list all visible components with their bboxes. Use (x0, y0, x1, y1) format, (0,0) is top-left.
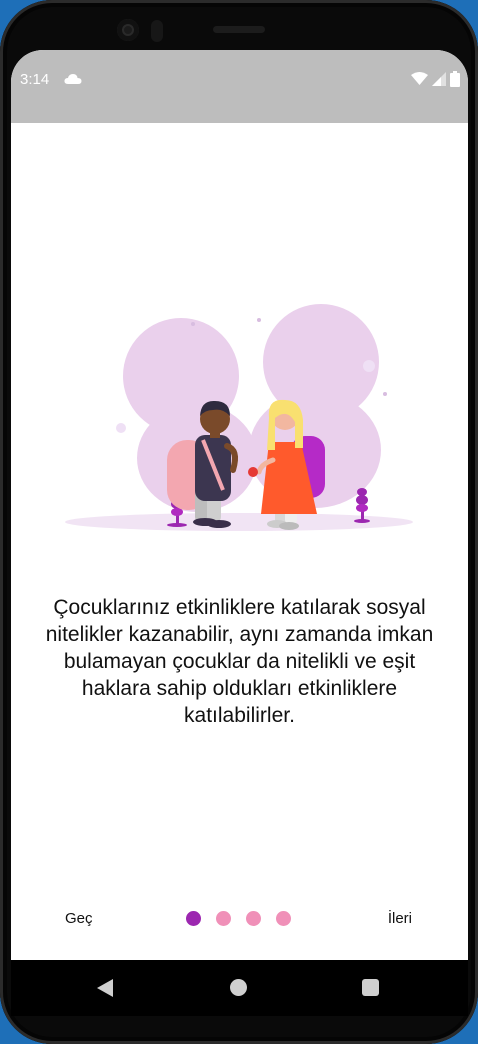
wifi-icon (411, 72, 428, 91)
page-dot[interactable] (216, 911, 231, 926)
children-with-backpacks-illustration (63, 300, 415, 540)
status-bar: 3:14 (11, 50, 468, 123)
battery-icon (450, 71, 460, 92)
front-camera (117, 19, 139, 41)
page-dot[interactable] (246, 911, 261, 926)
cloud-icon (64, 72, 82, 90)
next-button[interactable]: İleri (388, 910, 412, 927)
signal-icon (432, 72, 446, 91)
phone-frame: 3:14 Çocuklarınız etkinliklere katılarak… (0, 0, 478, 1044)
screen: 3:14 Çocuklarınız etkinliklere katılarak… (11, 50, 468, 960)
home-icon[interactable] (230, 979, 247, 996)
page-indicator (186, 911, 291, 926)
page-dot-active[interactable] (186, 911, 201, 926)
skip-button[interactable]: Geç (65, 910, 93, 927)
status-time: 3:14 (20, 71, 50, 88)
recents-icon[interactable] (362, 979, 379, 996)
page-dot[interactable] (276, 911, 291, 926)
back-icon[interactable] (97, 979, 113, 1002)
navigation-bar (11, 960, 468, 1016)
status-icons (411, 71, 460, 92)
proximity-sensor (151, 20, 163, 42)
onboarding-description: Çocuklarınız etkinliklere katılarak sosy… (45, 596, 434, 727)
earpiece-speaker (213, 26, 265, 33)
